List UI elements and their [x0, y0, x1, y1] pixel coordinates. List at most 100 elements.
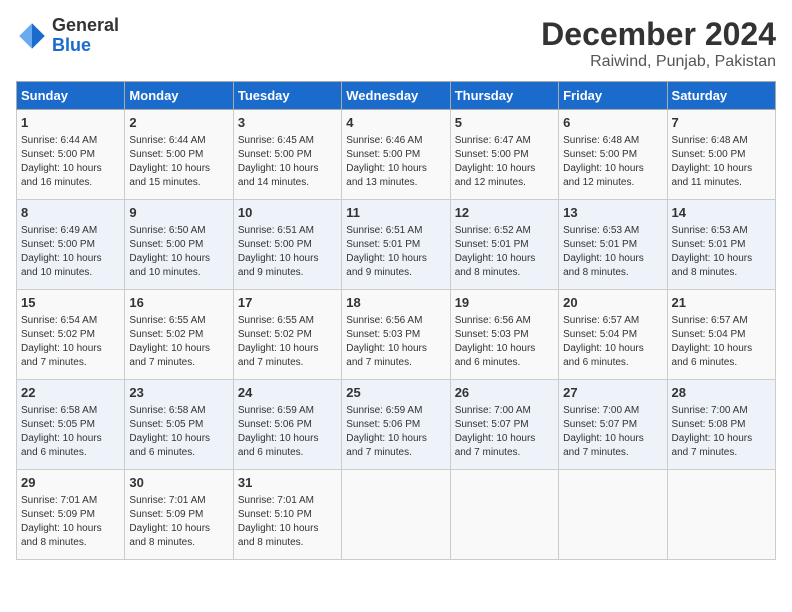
- day-number: 10: [238, 204, 337, 222]
- logo-icon: [16, 20, 48, 52]
- day-cell: [559, 470, 667, 560]
- day-info: Sunrise: 6:57 AM Sunset: 5:04 PM Dayligh…: [563, 314, 662, 370]
- day-cell: [450, 470, 558, 560]
- day-cell: 26Sunrise: 7:00 AM Sunset: 5:07 PM Dayli…: [450, 380, 558, 470]
- week-row-1: 1 Sunrise: 6:44 AM Sunset: 5:00 PM Daylig…: [17, 110, 776, 200]
- day-number: 22: [21, 384, 120, 402]
- day-info: Sunrise: 6:58 AM Sunset: 5:05 PM Dayligh…: [21, 404, 120, 460]
- day-info: Sunrise: 7:01 AM Sunset: 5:10 PM Dayligh…: [238, 494, 337, 550]
- day-cell: 30 Sunrise: 7:01 AM Sunset: 5:09 PM Dayli…: [125, 470, 233, 560]
- logo-blue: Blue: [52, 36, 119, 56]
- title-area: December 2024 Raiwind, Punjab, Pakistan: [541, 16, 776, 71]
- day-number: 4: [346, 114, 445, 132]
- day-cell: 1 Sunrise: 6:44 AM Sunset: 5:00 PM Daylig…: [17, 110, 125, 200]
- day-info: Sunrise: 6:46 AM Sunset: 5:00 PM Dayligh…: [346, 134, 445, 190]
- day-number: 1: [21, 114, 120, 132]
- header-cell-friday: Friday: [559, 82, 667, 110]
- week-row-4: 22 Sunrise: 6:58 AM Sunset: 5:05 PM Dayli…: [17, 380, 776, 470]
- day-cell: 2Sunrise: 6:44 AM Sunset: 5:00 PM Daylig…: [125, 110, 233, 200]
- day-cell: 7Sunrise: 6:48 AM Sunset: 5:00 PM Daylig…: [667, 110, 775, 200]
- day-number: 9: [129, 204, 228, 222]
- day-info: Sunrise: 6:56 AM Sunset: 5:03 PM Dayligh…: [346, 314, 445, 370]
- day-info: Sunrise: 6:47 AM Sunset: 5:00 PM Dayligh…: [455, 134, 554, 190]
- day-number: 5: [455, 114, 554, 132]
- day-info: Sunrise: 6:51 AM Sunset: 5:01 PM Dayligh…: [346, 224, 445, 280]
- day-info: Sunrise: 6:58 AM Sunset: 5:05 PM Dayligh…: [129, 404, 228, 460]
- day-number: 6: [563, 114, 662, 132]
- day-number: 27: [563, 384, 662, 402]
- day-info: Sunrise: 6:53 AM Sunset: 5:01 PM Dayligh…: [563, 224, 662, 280]
- header-cell-saturday: Saturday: [667, 82, 775, 110]
- day-number: 29: [21, 474, 120, 492]
- header-cell-thursday: Thursday: [450, 82, 558, 110]
- header-cell-tuesday: Tuesday: [233, 82, 341, 110]
- day-cell: 3 Sunrise: 6:45 AM Sunset: 5:00 PM Daylig…: [233, 110, 341, 200]
- day-info: Sunrise: 6:57 AM Sunset: 5:04 PM Dayligh…: [672, 314, 771, 370]
- day-number: 15: [21, 294, 120, 312]
- day-cell: 29 Sunrise: 7:01 AM Sunset: 5:09 PM Dayli…: [17, 470, 125, 560]
- week-row-2: 8 Sunrise: 6:49 AM Sunset: 5:00 PM Daylig…: [17, 200, 776, 290]
- header-cell-sunday: Sunday: [17, 82, 125, 110]
- day-cell: 17Sunrise: 6:55 AM Sunset: 5:02 PM Dayli…: [233, 290, 341, 380]
- logo: General Blue: [16, 16, 119, 56]
- day-info: Sunrise: 6:48 AM Sunset: 5:00 PM Dayligh…: [563, 134, 662, 190]
- day-info: Sunrise: 6:53 AM Sunset: 5:01 PM Dayligh…: [672, 224, 771, 280]
- day-cell: 9 Sunrise: 6:50 AM Sunset: 5:00 PM Daylig…: [125, 200, 233, 290]
- day-cell: 5 Sunrise: 6:47 AM Sunset: 5:00 PM Daylig…: [450, 110, 558, 200]
- day-cell: 10 Sunrise: 6:51 AM Sunset: 5:00 PM Dayli…: [233, 200, 341, 290]
- day-number: 11: [346, 204, 445, 222]
- day-info: Sunrise: 7:01 AM Sunset: 5:09 PM Dayligh…: [21, 494, 120, 550]
- day-cell: 24Sunrise: 6:59 AM Sunset: 5:06 PM Dayli…: [233, 380, 341, 470]
- day-cell: 18 Sunrise: 6:56 AM Sunset: 5:03 PM Dayli…: [342, 290, 450, 380]
- day-cell: 31 Sunrise: 7:01 AM Sunset: 5:10 PM Dayli…: [233, 470, 341, 560]
- day-number: 7: [672, 114, 771, 132]
- location-title: Raiwind, Punjab, Pakistan: [541, 53, 776, 71]
- day-number: 20: [563, 294, 662, 312]
- day-info: Sunrise: 6:59 AM Sunset: 5:06 PM Dayligh…: [238, 404, 337, 460]
- week-row-3: 15 Sunrise: 6:54 AM Sunset: 5:02 PM Dayli…: [17, 290, 776, 380]
- day-cell: 16 Sunrise: 6:55 AM Sunset: 5:02 PM Dayli…: [125, 290, 233, 380]
- day-info: Sunrise: 6:50 AM Sunset: 5:00 PM Dayligh…: [129, 224, 228, 280]
- day-cell: 4 Sunrise: 6:46 AM Sunset: 5:00 PM Daylig…: [342, 110, 450, 200]
- day-number: 13: [563, 204, 662, 222]
- day-cell: 6 Sunrise: 6:48 AM Sunset: 5:00 PM Daylig…: [559, 110, 667, 200]
- day-info: Sunrise: 7:01 AM Sunset: 5:09 PM Dayligh…: [129, 494, 228, 550]
- day-number: 21: [672, 294, 771, 312]
- day-info: Sunrise: 6:51 AM Sunset: 5:00 PM Dayligh…: [238, 224, 337, 280]
- day-info: Sunrise: 6:55 AM Sunset: 5:02 PM Dayligh…: [129, 314, 228, 370]
- day-cell: 19Sunrise: 6:56 AM Sunset: 5:03 PM Dayli…: [450, 290, 558, 380]
- day-info: Sunrise: 6:44 AM Sunset: 5:00 PM Dayligh…: [129, 134, 228, 190]
- logo-general: General: [52, 16, 119, 36]
- day-cell: 11 Sunrise: 6:51 AM Sunset: 5:01 PM Dayli…: [342, 200, 450, 290]
- day-cell: 25Sunrise: 6:59 AM Sunset: 5:06 PM Dayli…: [342, 380, 450, 470]
- day-info: Sunrise: 6:44 AM Sunset: 5:00 PM Dayligh…: [21, 134, 120, 190]
- day-number: 12: [455, 204, 554, 222]
- day-number: 16: [129, 294, 228, 312]
- day-cell: 15 Sunrise: 6:54 AM Sunset: 5:02 PM Dayli…: [17, 290, 125, 380]
- day-info: Sunrise: 6:52 AM Sunset: 5:01 PM Dayligh…: [455, 224, 554, 280]
- day-number: 17: [238, 294, 337, 312]
- calendar-body: 1 Sunrise: 6:44 AM Sunset: 5:00 PM Daylig…: [17, 110, 776, 560]
- day-number: 3: [238, 114, 337, 132]
- day-cell: 8 Sunrise: 6:49 AM Sunset: 5:00 PM Daylig…: [17, 200, 125, 290]
- calendar-table: SundayMondayTuesdayWednesdayThursdayFrid…: [16, 81, 776, 560]
- header-cell-wednesday: Wednesday: [342, 82, 450, 110]
- day-number: 18: [346, 294, 445, 312]
- day-number: 31: [238, 474, 337, 492]
- day-cell: [667, 470, 775, 560]
- header-cell-monday: Monday: [125, 82, 233, 110]
- day-cell: 22 Sunrise: 6:58 AM Sunset: 5:05 PM Dayli…: [17, 380, 125, 470]
- day-number: 14: [672, 204, 771, 222]
- day-cell: 27 Sunrise: 7:00 AM Sunset: 5:07 PM Dayli…: [559, 380, 667, 470]
- day-cell: 23 Sunrise: 6:58 AM Sunset: 5:05 PM Dayli…: [125, 380, 233, 470]
- day-info: Sunrise: 7:00 AM Sunset: 5:07 PM Dayligh…: [563, 404, 662, 460]
- day-info: Sunrise: 6:54 AM Sunset: 5:02 PM Dayligh…: [21, 314, 120, 370]
- day-number: 30: [129, 474, 228, 492]
- day-info: Sunrise: 6:45 AM Sunset: 5:00 PM Dayligh…: [238, 134, 337, 190]
- week-row-5: 29 Sunrise: 7:01 AM Sunset: 5:09 PM Dayli…: [17, 470, 776, 560]
- day-info: Sunrise: 6:49 AM Sunset: 5:00 PM Dayligh…: [21, 224, 120, 280]
- month-title: December 2024: [541, 16, 776, 53]
- day-info: Sunrise: 6:59 AM Sunset: 5:06 PM Dayligh…: [346, 404, 445, 460]
- day-number: 23: [129, 384, 228, 402]
- day-number: 8: [21, 204, 120, 222]
